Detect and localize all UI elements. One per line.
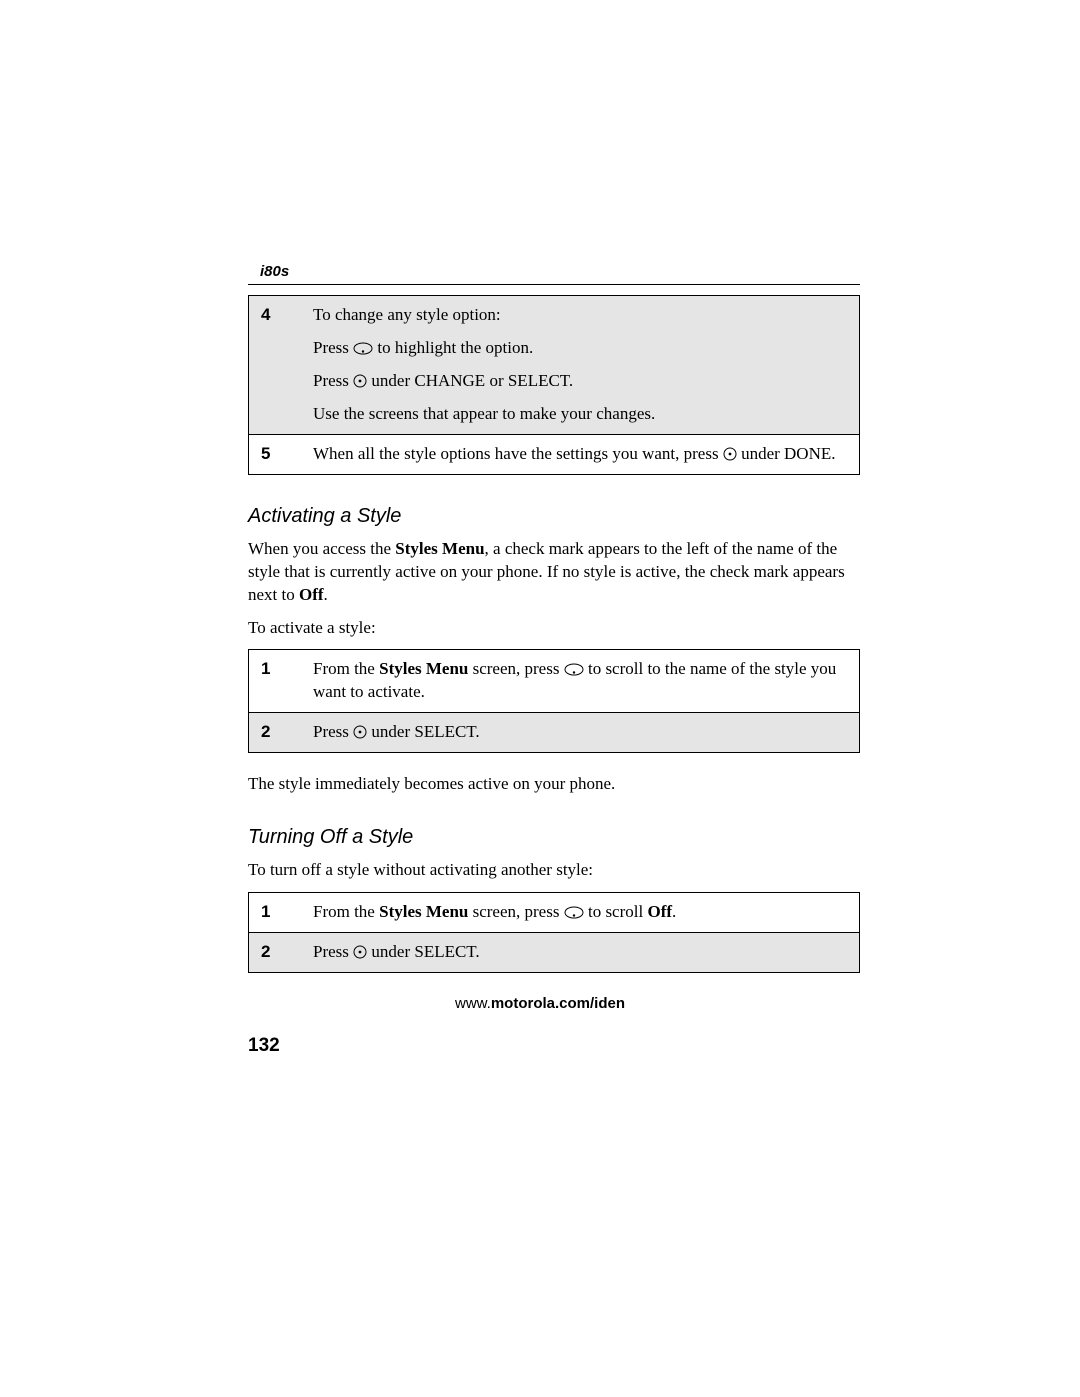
scroll-key-icon xyxy=(353,342,373,355)
section-heading-activating: Activating a Style xyxy=(248,505,860,528)
table-row: 1From the Styles Menu screen, press to s… xyxy=(249,650,860,713)
scroll-key-icon xyxy=(564,663,584,676)
steps-table-turnoff: 1From the Styles Menu screen, press to s… xyxy=(248,892,860,973)
step-content: From the Styles Menu screen, press to sc… xyxy=(301,893,860,933)
step-number: 2 xyxy=(249,713,302,753)
step-number: 4 xyxy=(249,296,302,435)
step-content: Press under SELECT. xyxy=(301,713,860,753)
body-text: The style immediately becomes active on … xyxy=(248,773,860,796)
table-row: 5When all the style options have the set… xyxy=(249,434,860,474)
header-divider xyxy=(248,284,860,285)
step-number: 5 xyxy=(249,434,302,474)
table-row: 2Press under SELECT. xyxy=(249,933,860,973)
page-number: 132 xyxy=(248,1035,280,1057)
step-number: 1 xyxy=(249,893,302,933)
table-row: 1From the Styles Menu screen, press to s… xyxy=(249,893,860,933)
scroll-key-icon xyxy=(564,906,584,919)
step-number: 1 xyxy=(249,650,302,713)
step-content: Press under SELECT. xyxy=(301,933,860,973)
softkey-icon xyxy=(353,725,367,739)
step-content: To change any style option:Press to high… xyxy=(301,296,860,435)
table-row: 2Press under SELECT. xyxy=(249,713,860,753)
step-number: 2 xyxy=(249,933,302,973)
body-text: When you access the Styles Menu, a check… xyxy=(248,538,860,607)
softkey-icon xyxy=(353,945,367,959)
footer-url: www.motorola.com/iden xyxy=(0,995,1080,1012)
table-row: 4To change any style option:Press to hig… xyxy=(249,296,860,435)
body-text: To turn off a style without activating a… xyxy=(248,859,860,882)
body-text: To activate a style: xyxy=(248,617,860,640)
step-content: From the Styles Menu screen, press to sc… xyxy=(301,650,860,713)
softkey-icon xyxy=(723,447,737,461)
running-header: i80s xyxy=(248,263,860,280)
step-content: When all the style options have the sett… xyxy=(301,434,860,474)
section-heading-turning-off: Turning Off a Style xyxy=(248,826,860,849)
steps-table-activate: 1From the Styles Menu screen, press to s… xyxy=(248,649,860,753)
steps-table-continued: 4To change any style option:Press to hig… xyxy=(248,295,860,475)
softkey-icon xyxy=(353,374,367,388)
